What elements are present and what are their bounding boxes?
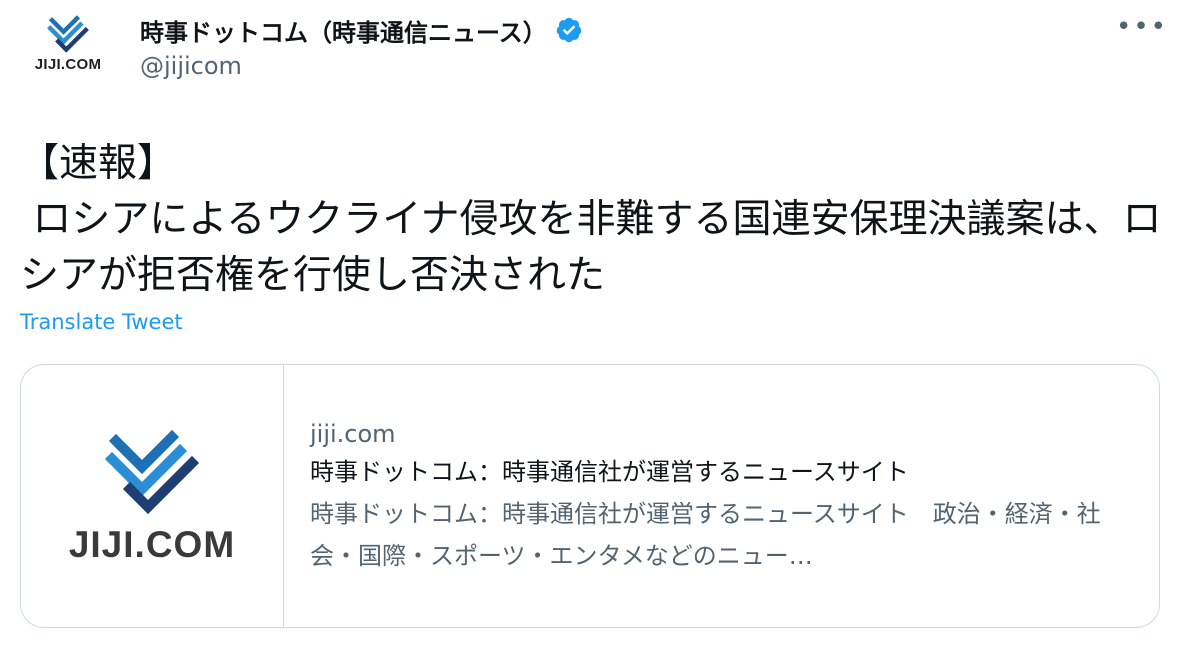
author-avatar[interactable]: JIJI.COM (18, 10, 118, 94)
more-options-icon[interactable]: ••• (1116, 14, 1168, 40)
author-name-row: 時事ドットコム（時事通信ニュース） (140, 12, 583, 48)
link-preview-card[interactable]: JIJI.COM jiji.com 時事ドットコム：時事通信社が運営するニュース… (20, 364, 1160, 628)
jiji-logo-icon (47, 15, 89, 53)
jiji-logo-icon (104, 429, 200, 515)
card-title: 時事ドットコム：時事通信社が運営するニュースサイト (310, 458, 909, 486)
card-thumbnail: JIJI.COM (21, 365, 284, 627)
card-description: 時事ドットコム：時事通信社が運営するニュースサイト 政治・経済・社会・国際・スポ… (310, 500, 1101, 570)
author-handle[interactable]: @jijicom (140, 52, 242, 80)
card-domain: jiji.com (310, 420, 396, 448)
card-logo-text: JIJI.COM (68, 524, 236, 565)
author-display-name[interactable]: 時事ドットコム（時事通信ニュース） (140, 13, 547, 48)
translate-tweet-link[interactable]: Translate Tweet (20, 310, 183, 334)
tweet-text: 【速報】 ロシアによるウクライナ侵攻を非難する国連安保理決議案は、ロシアが拒否権… (20, 141, 1162, 298)
verified-badge-icon (556, 17, 582, 43)
card-body: jiji.com 時事ドットコム：時事通信社が運営するニュースサイト 時事ドット… (284, 365, 1140, 627)
avatar-label: JIJI.COM (34, 56, 102, 73)
